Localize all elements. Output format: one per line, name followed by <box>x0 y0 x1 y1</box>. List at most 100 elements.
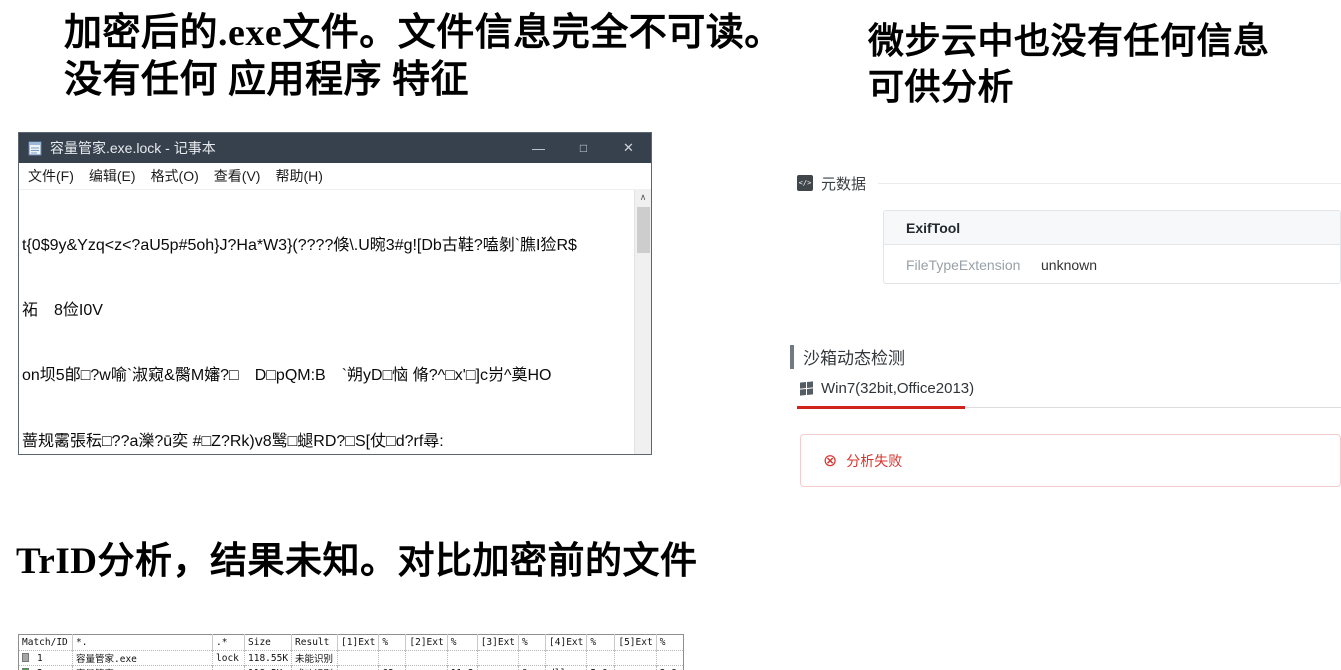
col-pct4: % <box>587 635 615 651</box>
table-row[interactable]: 1 容量管家.exe lock 118.55K 未能识别 <box>19 651 684 666</box>
pct1-cell: 63 <box>379 666 406 670</box>
ext-cell: lock <box>213 651 245 666</box>
filename-cell: 容量管家 <box>73 666 213 670</box>
sandbox-tab-win7[interactable]: Win7(32bit,Office2013) <box>800 380 974 397</box>
analysis-failed-alert: ⊗ 分析失败 <box>800 434 1341 487</box>
match-id-cell: 1 <box>19 651 73 666</box>
tab-divider <box>965 407 1341 408</box>
exiftool-card: ExifTool FileTypeExtension unknown <box>883 210 1341 284</box>
slide-canvas: 加密后的.exe文件。文件信息完全不可读。 没有任何 应用程序 特征 微步云中也… <box>0 0 1341 670</box>
col-pct3: % <box>519 635 546 651</box>
col-ext4: [4]Ext <box>546 635 587 651</box>
menu-help[interactable]: 帮助(H) <box>275 166 322 186</box>
sandbox-section-header: 沙箱动态检测 <box>790 344 905 369</box>
pct4-cell <box>587 651 615 666</box>
close-button[interactable]: ✕ <box>606 140 651 156</box>
col-pct2: % <box>447 635 477 651</box>
notepad-icon <box>27 140 43 156</box>
metadata-section-header: </> 元数据 <box>797 173 1341 193</box>
ext5-cell: exe <box>615 666 656 670</box>
result-cell: 成功识别 <box>292 666 338 670</box>
col-ext2: [2]Ext <box>406 635 447 651</box>
col-ext1: [1]Ext <box>338 635 379 651</box>
scroll-up-arrow-icon[interactable]: ∧ <box>635 190 651 207</box>
ext4-cell: dll <box>546 666 587 670</box>
error-circle-x-icon: ⊗ <box>823 452 837 469</box>
col-size: Size <box>245 635 292 651</box>
heading-threatbook: 微步云中也没有任何信息 可供分析 <box>868 18 1270 110</box>
notepad-text-area[interactable]: t{0$9y&Yzq<z<?aU5p#5oh}J?Ha*W3}(????倏\.U… <box>19 190 634 454</box>
notepad-body: t{0$9y&Yzq<z<?aU5p#5oh}J?Ha*W3}(????倏\.U… <box>19 190 651 454</box>
col-result: Result <box>292 635 338 651</box>
menu-view[interactable]: 查看(V) <box>214 166 261 186</box>
vertical-scrollbar[interactable]: ∧ <box>634 190 651 454</box>
col-pct1: % <box>379 635 406 651</box>
ext1-cell: exe <box>338 666 379 670</box>
table-row[interactable]: 2 容量管家 exe 118.5K 成功识别 exe 63 scr 11.3 e… <box>19 666 684 670</box>
table-header-row: Match/ID *. .* Size Result [1]Ext % [2]E… <box>19 635 684 651</box>
text-line: on坝5郋□?w喻`淑窥&臋M嬸?□ D□pQM:B `朔yD□恼 脩?^□x'… <box>22 365 634 387</box>
notepad-window: 容量管家.exe.lock - 记事本 — □ ✕ 文件(F) 编辑(E) 格式… <box>18 132 652 455</box>
maximize-button[interactable]: □ <box>561 141 606 155</box>
pct2-cell <box>447 651 477 666</box>
ext5-cell <box>615 651 656 666</box>
metadata-row: FileTypeExtension unknown <box>884 245 1340 284</box>
section-divider <box>878 183 1341 184</box>
sandbox-section-title: 沙箱动态检测 <box>803 344 905 369</box>
notepad-titlebar[interactable]: 容量管家.exe.lock - 记事本 — □ ✕ <box>19 133 651 163</box>
size-cell: 118.55K <box>245 651 292 666</box>
col-ext: .* <box>213 635 245 651</box>
minimize-button[interactable]: — <box>516 141 561 156</box>
heading-line-1: 微步云中也没有任何信息 <box>868 18 1270 64</box>
ext3-cell <box>477 651 518 666</box>
pct3-cell: 9 <box>519 666 546 670</box>
scrollbar-thumb[interactable] <box>637 207 650 253</box>
col-ext3: [3]Ext <box>477 635 518 651</box>
ext2-cell <box>406 651 447 666</box>
ext4-cell <box>546 651 587 666</box>
metadata-value: unknown <box>1041 257 1097 273</box>
heading-trid: TrID分析，结果未知。对比加密前的文件 <box>16 540 697 584</box>
text-line: 蔷规霱張秐□??a濼?ū奕 #□Z?Rk)v8鹥□螁RD?□S[仗□d?rf尋: <box>22 431 634 453</box>
heading-line-2: 没有任何 应用程序 特征 <box>64 57 783 104</box>
heading-line-2: 可供分析 <box>868 64 1270 110</box>
metadata-key: FileTypeExtension <box>906 257 1041 273</box>
notepad-menubar: 文件(F) 编辑(E) 格式(O) 查看(V) 帮助(H) <box>19 163 651 190</box>
active-tab-indicator <box>797 406 965 409</box>
text-line: t{0$9y&Yzq<z<?aU5p#5oh}J?Ha*W3}(????倏\.U… <box>22 235 634 257</box>
menu-format[interactable]: 格式(O) <box>151 166 199 186</box>
ext2-cell: scr <box>406 666 447 670</box>
filename-cell: 容量管家.exe <box>73 651 213 666</box>
metadata-section-title: 元数据 <box>821 173 866 194</box>
pct1-cell <box>379 651 406 666</box>
pct5-cell <box>656 651 683 666</box>
exiftool-card-title: ExifTool <box>884 211 1340 245</box>
pct3-cell <box>519 651 546 666</box>
heading-encrypted-exe: 加密后的.exe文件。文件信息完全不可读。 没有任何 应用程序 特征 <box>64 10 783 104</box>
code-icon: </> <box>797 175 813 191</box>
menu-edit[interactable]: 编辑(E) <box>89 166 136 186</box>
ext3-cell: exe <box>477 666 518 670</box>
pct5-cell: 3.8 <box>656 666 683 670</box>
result-cell: 未能识别 <box>292 651 338 666</box>
window-title: 容量管家.exe.lock - 记事本 <box>50 138 516 158</box>
size-cell: 118.5K <box>245 666 292 670</box>
section-marker <box>790 345 794 369</box>
pct4-cell: 5.6 <box>587 666 615 670</box>
col-filename: *. <box>73 635 213 651</box>
col-match-id: Match/ID <box>19 635 73 651</box>
text-line: 祏 8俭I0V <box>22 300 634 322</box>
windows-logo-icon <box>800 381 813 395</box>
menu-file[interactable]: 文件(F) <box>28 166 74 186</box>
ext-cell: exe <box>213 666 245 670</box>
col-pct5: % <box>656 635 683 651</box>
col-ext5: [5]Ext <box>615 635 656 651</box>
heading-line-1: 加密后的.exe文件。文件信息完全不可读。 <box>64 10 783 57</box>
match-id-cell: 2 <box>19 666 73 670</box>
error-label: 分析失败 <box>846 451 902 471</box>
window-controls: — □ ✕ <box>516 133 651 163</box>
ext1-cell <box>338 651 379 666</box>
trid-results-table: Match/ID *. .* Size Result [1]Ext % [2]E… <box>18 634 684 670</box>
match-indicator <box>22 653 29 662</box>
sandbox-tab-label: Win7(32bit,Office2013) <box>821 380 974 397</box>
